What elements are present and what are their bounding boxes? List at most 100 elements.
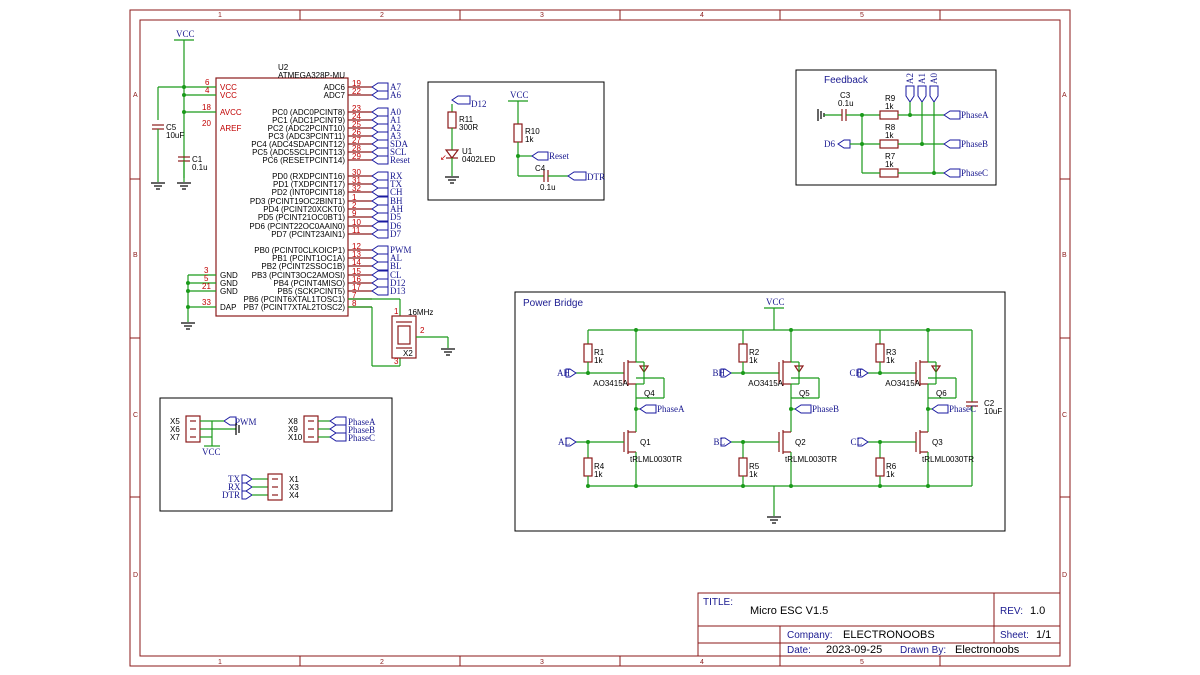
phase-net: PhaseB bbox=[812, 404, 839, 414]
hi-net: CH bbox=[849, 368, 862, 378]
mcu-pin-num: 22 bbox=[352, 87, 361, 96]
row-label: B bbox=[133, 252, 138, 259]
rl-value: 1k bbox=[594, 470, 603, 479]
nfet-ref: Q1 bbox=[640, 438, 651, 447]
c4-ref: C4 bbox=[535, 164, 546, 173]
col-label: 2 bbox=[380, 659, 384, 666]
net-flag bbox=[371, 245, 389, 255]
resistor-icon bbox=[738, 457, 748, 477]
led-reset-circuit[interactable]: D12 R11 300R ↙ U1 0402LED VCC R10 1k Res… bbox=[440, 90, 605, 192]
mcu-pin-name: PB7 (PCINT7XTAL2TOSC2) bbox=[243, 303, 345, 312]
capacitor-c5[interactable]: C5 10uF bbox=[151, 123, 184, 190]
power-bridge-box bbox=[514, 291, 1006, 532]
net-flag bbox=[371, 204, 389, 214]
pin-num: 20 bbox=[202, 119, 211, 128]
net-flag bbox=[371, 187, 389, 197]
c5-value: 10uF bbox=[166, 131, 184, 140]
lo-net: CL bbox=[850, 437, 862, 447]
col-label: 5 bbox=[860, 659, 864, 666]
mcu-pin-num: 14 bbox=[352, 258, 361, 267]
column-labels-top: 1 2 3 4 5 bbox=[218, 12, 864, 19]
led-icon bbox=[444, 149, 460, 159]
net-flag bbox=[371, 115, 389, 125]
mcu-pin-name: ADC7 bbox=[324, 91, 346, 100]
title-block: TITLE: Micro ESC V1.5 REV: 1.0 Company: … bbox=[697, 592, 1061, 657]
resistor-icon bbox=[738, 343, 748, 363]
net-flag bbox=[371, 221, 389, 231]
mcu-net-label: D7 bbox=[390, 229, 401, 239]
rl-value: 1k bbox=[749, 470, 758, 479]
company-label: Company: bbox=[787, 630, 833, 641]
ground-icon bbox=[441, 348, 455, 356]
row-label: A bbox=[1062, 92, 1067, 99]
drawn-value: Electronoobs bbox=[955, 644, 1020, 656]
net-flag bbox=[371, 147, 389, 157]
resistor-icon bbox=[875, 343, 885, 363]
bridge-leg[interactable]: R21kBHAO3415AQ5PhaseBQ2tRLML0030TRBLR51k bbox=[712, 328, 839, 488]
net-flag bbox=[371, 212, 389, 222]
net-flag bbox=[371, 131, 389, 141]
hi-net: BH bbox=[712, 368, 725, 378]
mcu-pin-name: PD7 (PCINT23AIN1) bbox=[271, 230, 345, 239]
nfet-value: tRLML0030TR bbox=[922, 455, 974, 464]
pin-name: DAP bbox=[220, 303, 236, 312]
capacitor-c1[interactable]: C1 0.1u bbox=[177, 155, 208, 190]
pin-name: VCC bbox=[220, 91, 237, 100]
feedback-circuit[interactable]: A2 A1 A0 C3 0.1u R9 1k R8 1k R7 1k D6 Ph… bbox=[817, 73, 989, 178]
net-phase-c: PhaseC bbox=[961, 168, 988, 178]
row-label: D bbox=[133, 572, 138, 579]
resistor-icon bbox=[583, 457, 593, 477]
ground-icon bbox=[767, 516, 781, 524]
net-flag bbox=[371, 139, 389, 149]
pin-num: 2 bbox=[420, 326, 425, 335]
net-phase-a: PhaseA bbox=[961, 110, 989, 120]
phase-net: PhaseC bbox=[949, 404, 976, 414]
ground-icon bbox=[181, 322, 195, 330]
mcu-power-pins: 6 VCC 4 VCC 18 AVCC 20 AREF bbox=[202, 78, 242, 133]
date-value: 2023-09-25 bbox=[826, 644, 882, 656]
pin-num: 18 bbox=[202, 103, 211, 112]
pfet-value: AO3415A bbox=[885, 379, 920, 388]
pin-num: 3 bbox=[394, 357, 399, 366]
connectors-box bbox=[159, 397, 393, 512]
x7-ref: X7 bbox=[170, 433, 180, 442]
pin-name: AREF bbox=[220, 124, 241, 133]
net-a2: A2 bbox=[905, 73, 915, 84]
col-label: 3 bbox=[540, 12, 544, 19]
mcu-pin-name: PD2 (INT0PCINT18) bbox=[272, 188, 346, 197]
bridge-leg[interactable]: R31kCHAO3415AQ6PhaseCQ3tRLML0030TRCLR61k bbox=[849, 328, 976, 488]
c4-value: 0.1u bbox=[540, 183, 556, 192]
connector-phase[interactable]: X8 X9 X10 PhaseA PhaseB PhaseC bbox=[288, 415, 376, 443]
ground-icon bbox=[151, 182, 165, 190]
mcu-pin-num: 32 bbox=[352, 184, 361, 193]
connector-serial[interactable]: TX RX DTR X1 X3 X4 bbox=[222, 473, 299, 501]
net-d12: D12 bbox=[471, 99, 487, 109]
r11-value: 300R bbox=[459, 123, 478, 132]
nfet-ref: Q3 bbox=[932, 438, 943, 447]
sheet-value: 1/1 bbox=[1036, 629, 1051, 641]
c1-value: 0.1u bbox=[192, 163, 208, 172]
schematic-canvas: 1 2 3 4 5 1 2 3 4 5 A B C D A B C D U2 A… bbox=[129, 9, 1071, 667]
net-dtr: DTR bbox=[222, 490, 240, 500]
ground-icon bbox=[177, 182, 191, 190]
net-flag bbox=[371, 196, 389, 206]
net-phase-b: PhaseB bbox=[961, 139, 988, 149]
c3-value: 0.1u bbox=[838, 99, 854, 108]
svg-text:↙: ↙ bbox=[440, 153, 447, 162]
x4-ref: X4 bbox=[289, 491, 299, 500]
mcu-pin-name: PB2 (PCINT2SSOC1B) bbox=[261, 262, 345, 271]
r9-value: 1k bbox=[885, 102, 894, 111]
nfet-value: tRLML0030TR bbox=[785, 455, 837, 464]
crystal-value: 16MHz bbox=[408, 308, 433, 317]
mcu-net-label: D13 bbox=[390, 286, 406, 296]
col-label: 1 bbox=[218, 659, 222, 666]
crystal-x2[interactable]: 16MHz X2 1 2 3 bbox=[348, 298, 455, 367]
pfet-value: AO3415A bbox=[593, 379, 628, 388]
mcu-gnd-pins: 3 GND 5 GND 21 GND 33 DAP bbox=[181, 266, 238, 330]
ground-icon bbox=[445, 176, 459, 184]
title-label: TITLE: bbox=[703, 597, 733, 608]
connector-pwm[interactable]: X5 X6 X7 PWM VCC bbox=[170, 415, 257, 457]
mcu-pin-num: 11 bbox=[352, 226, 361, 235]
bridge-leg[interactable]: R11kAHAO3415AQ4PhaseAQ1tRLML0030TRALR41k bbox=[557, 328, 685, 488]
x10-ref: X10 bbox=[288, 433, 303, 442]
